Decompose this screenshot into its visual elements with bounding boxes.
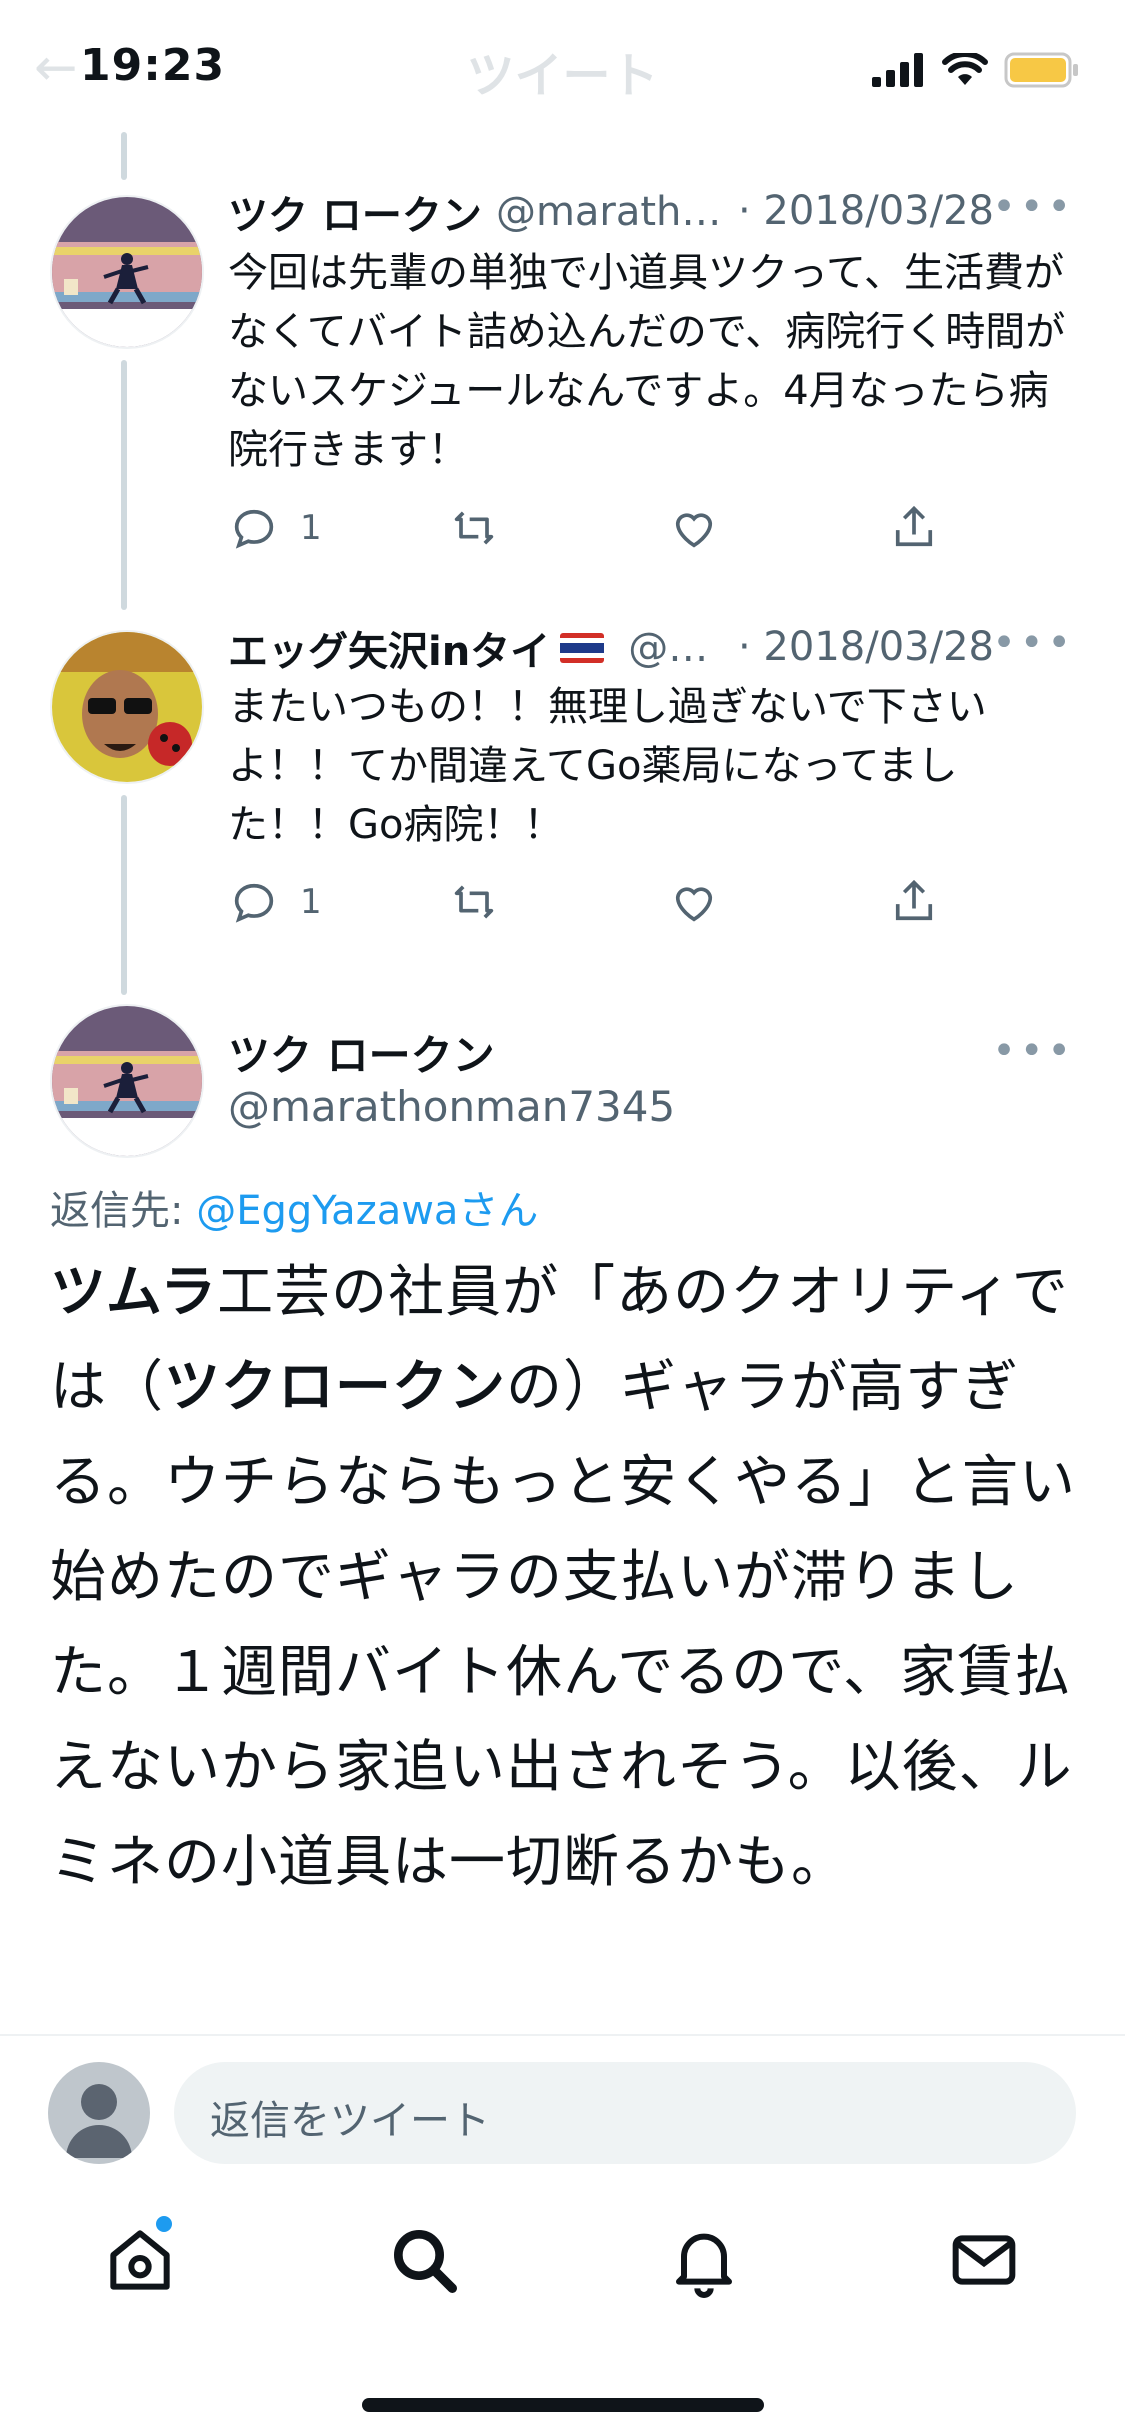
status-bar: ← ツイート 19:23 [0, 0, 1125, 132]
tweet-author-name[interactable]: エッグ矢沢inタイ [228, 619, 550, 677]
avatar[interactable] [50, 195, 204, 349]
tweet-header: エッグ矢沢inタイ @… [228, 618, 708, 678]
messages-icon [952, 2235, 1016, 2285]
share-button[interactable] [888, 502, 940, 554]
reply-input[interactable]: 返信をツイート [174, 2062, 1076, 2164]
home-icon [110, 2230, 170, 2290]
tab-messages[interactable] [944, 2220, 1024, 2300]
main-tweet-author-handle[interactable]: @marathonman7345 [228, 1082, 675, 1131]
more-icon[interactable]: ••• [992, 1028, 1075, 1074]
share-icon [895, 505, 933, 547]
reply-to-label: 返信先: [50, 1188, 197, 1234]
home-indicator [362, 2398, 764, 2412]
reply-count: 1 [300, 508, 322, 548]
tweet-text-part: の）ギャラが高すぎる。ウチらならもっと安くやる」と言い始めたのでギャラの支払いが… [50, 1355, 1076, 1895]
main-tweet-author-name[interactable]: ツク ロークン [228, 1022, 495, 1083]
retweet-button[interactable] [448, 876, 668, 928]
retweet-icon [454, 885, 494, 919]
like-button[interactable] [668, 876, 888, 928]
tweet-author-name[interactable]: ツク ロークン [228, 183, 482, 241]
reply-to-line: 返信先: @EggYazawaさん [50, 1178, 538, 1236]
thread-line [121, 795, 127, 995]
main-tweet-text: ツムラ工芸の社員が「あのクオリティでは（ツクロークンの）ギャラが高すぎる。ウチら… [50, 1245, 1080, 1910]
tweet-actions: 1 [228, 498, 988, 558]
heart-icon [675, 513, 713, 548]
user-avatar[interactable] [48, 2062, 150, 2164]
avatar[interactable] [50, 1004, 204, 1158]
tweet-text: またいつもの！！無理し過ぎないで下さいよ！！てか間違えてGo薬局になってました！… [228, 684, 987, 848]
like-button[interactable] [668, 502, 888, 554]
tab-notifications[interactable] [664, 2220, 744, 2300]
reply-placeholder: 返信をツイート [210, 2098, 490, 2144]
tweet-header: ツク ロークン @marath… [228, 182, 721, 242]
status-icons [872, 50, 1080, 90]
tab-home[interactable] [100, 2216, 180, 2300]
retweet-icon [454, 511, 494, 545]
search-icon [394, 2230, 458, 2293]
battery-icon [1004, 52, 1078, 88]
thread-line [121, 360, 127, 610]
status-time: 19:23 [80, 40, 226, 91]
divider [0, 2034, 1125, 2036]
heart-icon [675, 887, 713, 922]
reply-count: 1 [300, 882, 322, 922]
thailand-flag-icon [560, 633, 605, 663]
tweet-date: · 2018/03/28 [738, 624, 994, 670]
thread-line [121, 132, 127, 180]
more-icon[interactable]: ••• [992, 620, 1075, 666]
reply-icon [234, 509, 274, 549]
tweet-text: 今回は先輩の単独で小道具ツクって、生活費がなくてバイト詰め込んだので、病院行く時… [228, 250, 1066, 473]
tweet-actions: 1 [228, 872, 988, 932]
share-icon [895, 879, 933, 921]
bold-text: ツクロークン [164, 1355, 506, 1420]
tweet-author-handle[interactable]: @… [628, 625, 708, 671]
avatar[interactable] [50, 630, 204, 784]
notifications-icon [676, 2233, 732, 2298]
reply-icon [234, 883, 274, 923]
reply-to-user-link[interactable]: @EggYazawaさん [196, 1188, 538, 1234]
reply-button[interactable]: 1 [228, 876, 448, 928]
wifi-icon [942, 53, 988, 85]
tab-search[interactable] [384, 2220, 464, 2300]
signal-icon [872, 53, 923, 87]
share-button[interactable] [888, 876, 940, 928]
reply-button[interactable]: 1 [228, 502, 448, 554]
more-icon[interactable]: ••• [992, 184, 1075, 230]
retweet-button[interactable] [448, 502, 668, 554]
tweet-date: · 2018/03/28 [738, 188, 994, 234]
new-content-dot [156, 2216, 172, 2232]
bold-text: ツムラ [50, 1260, 218, 1325]
tweet-author-handle[interactable]: @marath… [496, 189, 721, 235]
